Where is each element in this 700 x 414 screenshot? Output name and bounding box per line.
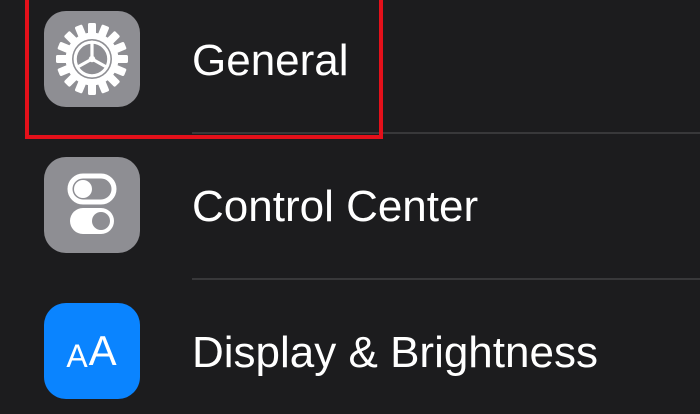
settings-row-display-brightness[interactable]: AA Display & Brightness	[0, 280, 700, 414]
gear-icon	[56, 23, 128, 95]
toggles-icon	[67, 173, 117, 234]
settings-row-control-center[interactable]: Control Center	[0, 134, 700, 280]
settings-list: General Control Center AA Display & Brig…	[0, 0, 700, 414]
control-center-icon-tile	[44, 157, 140, 253]
text-size-big-glyph: A	[88, 327, 118, 374]
settings-item-label: General	[192, 36, 349, 85]
display-brightness-icon-tile: AA	[44, 303, 140, 399]
general-icon-tile	[44, 11, 140, 107]
settings-item-label: Control Center	[192, 182, 479, 231]
settings-row-general[interactable]: General	[0, 0, 700, 134]
text-size-icon: AA	[66, 327, 118, 374]
text-size-small-glyph: A	[66, 338, 89, 374]
settings-item-label: Display & Brightness	[192, 328, 598, 377]
